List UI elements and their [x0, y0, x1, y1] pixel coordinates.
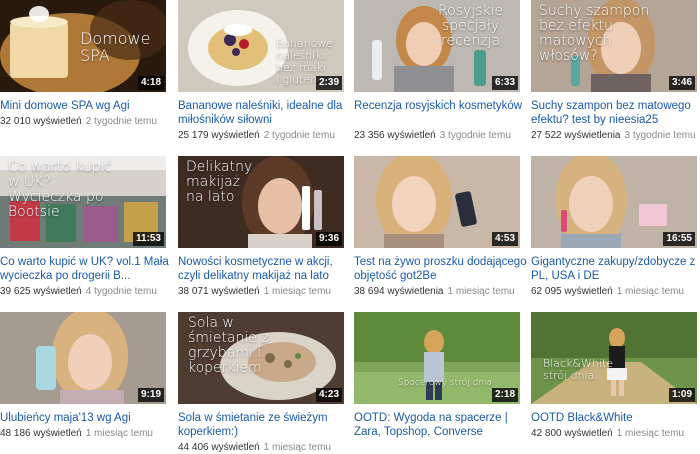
view-count: 32 010 wyświetleń — [0, 116, 82, 127]
thumbnail-caption: Delikatny makijaż na lato — [186, 159, 253, 205]
upload-time: 2 tygodnie temu — [263, 130, 335, 141]
video-meta: 44 406 wyświetleń 1 miesiąc temu — [178, 442, 358, 454]
video-title-link[interactable]: Bananowe naleśniki, idealne dla miłośnik… — [178, 99, 354, 127]
view-count: 38 694 wyświetlenia — [354, 286, 444, 297]
video-meta: 25 179 wyświetleń 2 tygodnie temu — [178, 130, 358, 142]
video-thumbnail[interactable]: 16:55 — [531, 156, 697, 248]
upload-time: 3 tygodnie temu — [439, 130, 511, 141]
video-duration: 9:36 — [315, 232, 342, 246]
video-thumbnail[interactable]: 4:53 — [354, 156, 520, 248]
video-title-link[interactable]: Recenzja rosyjskich kosmetyków — [354, 99, 530, 113]
video-thumbnail[interactable]: Bananowe naleśniki bez maki i glutenu 2:… — [178, 0, 344, 92]
video-duration: 1:09 — [668, 388, 695, 402]
view-count: 62 095 wyświetleń — [531, 286, 613, 297]
video-thumbnail[interactable]: Black&White strój dnia 1:09 — [531, 312, 697, 404]
video-meta: 38 694 wyświetlenia 1 miesiąc temu — [354, 286, 534, 298]
view-count: 27 522 wyświetlenia — [531, 130, 621, 141]
upload-time: 1 miesiąc temu — [447, 286, 515, 297]
video-duration: 4:18 — [137, 76, 164, 90]
video-duration: 2:18 — [491, 388, 518, 402]
video-thumbnail[interactable]: Rosyjskie specjały recenzja 6:33 — [354, 0, 520, 92]
video-meta: 32 010 wyświetleń 2 tygodnie temu — [0, 116, 180, 128]
video-grid: Domowe SPA 4:18 Mini domowe SPA wg Agi 3… — [0, 0, 700, 453]
view-count: 44 406 wyświetleń — [178, 442, 260, 453]
video-thumbnail[interactable]: 9:19 — [0, 312, 166, 404]
view-count: 23 356 wyświetleń — [354, 130, 436, 141]
view-count: 25 179 wyświetleń — [178, 130, 260, 141]
video-duration: 2:39 — [315, 76, 342, 90]
upload-time: 1 miesiąc temu — [263, 286, 331, 297]
video-title-link[interactable]: Ulubieńcy maja'13 wg Agi — [0, 411, 176, 425]
video-duration: 4:53 — [491, 232, 518, 246]
thumbnail-caption: Sola w śmietanie z grzybami i koperkiem — [188, 315, 269, 376]
upload-time: 1 miesiąc temu — [85, 428, 153, 439]
video-title-link[interactable]: Test na żywo proszku dodającego objętość… — [354, 255, 530, 283]
view-count: 38 071 wyświetleń — [178, 286, 260, 297]
video-duration: 11:53 — [132, 232, 164, 246]
upload-time: 1 miesiąc temu — [616, 286, 684, 297]
video-title-link[interactable]: Co warto kupić w UK? vol.1 Mała wycieczk… — [0, 255, 176, 283]
video-thumbnail[interactable]: Delikatny makijaż na lato 9:36 — [178, 156, 344, 248]
upload-time: 2 tygodnie temu — [85, 116, 157, 127]
video-duration: 3:46 — [668, 76, 695, 90]
video-title-link[interactable]: Suchy szampon bez matowego efektu? test … — [531, 99, 700, 127]
thumbnail-caption: Suchy szampon bez efektu matowych włosów… — [539, 3, 650, 64]
thumbnail-caption: Domowe SPA — [80, 29, 151, 65]
video-thumbnail[interactable]: Spacerowy strój dnia 2:18 — [354, 312, 520, 404]
video-duration: 4:23 — [315, 388, 342, 402]
video-title-link[interactable]: Nowości kosmetyczne w akcji, czyli delik… — [178, 255, 354, 283]
thumbnail-caption: Spacerowy strój dnia — [398, 378, 493, 388]
video-title-link[interactable]: Gigantyczne zakupy/zdobycze z PL, USA i … — [531, 255, 700, 283]
video-meta: 39 625 wyświetleń 4 tygodnie temu — [0, 286, 180, 298]
upload-time: 4 tygodnie temu — [85, 286, 157, 297]
thumbnail-caption: Co warto kupić w UK? Wycieczka po Bootsi… — [8, 159, 113, 220]
upload-time: 3 tygodnie temu — [624, 130, 696, 141]
video-meta: 27 522 wyświetlenia 3 tygodnie temu — [531, 130, 700, 142]
video-duration: 6:33 — [491, 76, 518, 90]
video-meta: 42 800 wyświetleń 1 miesiąc temu — [531, 428, 700, 440]
video-meta: 23 356 wyświetleń 3 tygodnie temu — [354, 130, 534, 142]
video-thumbnail[interactable]: Domowe SPA 4:18 — [0, 0, 166, 92]
video-meta: 38 071 wyświetleń 1 miesiąc temu — [178, 286, 358, 298]
view-count: 48 186 wyświetleń — [0, 428, 82, 439]
video-thumbnail[interactable]: Sola w śmietanie z grzybami i koperkiem … — [178, 312, 344, 404]
video-title-link[interactable]: Mini domowe SPA wg Agi — [0, 99, 176, 113]
video-thumbnail[interactable]: Suchy szampon bez efektu matowych włosów… — [531, 0, 697, 92]
video-thumbnail[interactable]: Co warto kupić w UK? Wycieczka po Bootsi… — [0, 156, 166, 248]
video-duration: 16:55 — [663, 232, 695, 246]
video-meta: 48 186 wyświetleń 1 miesiąc temu — [0, 428, 180, 440]
upload-time: 1 miesiąc temu — [263, 442, 331, 453]
video-title-link[interactable]: OOTD Black&White — [531, 411, 700, 425]
thumbnail-caption: Rosyjskie specjały recenzja — [438, 3, 504, 49]
video-duration: 9:19 — [137, 388, 164, 402]
thumbnail-caption: Black&White strój dnia — [543, 357, 613, 382]
view-count: 42 800 wyświetleń — [531, 428, 613, 439]
video-title-link[interactable]: OOTD: Wygoda na spacerze | Zara, Topshop… — [354, 411, 530, 439]
view-count: 39 625 wyświetleń — [0, 286, 82, 297]
video-meta: 62 095 wyświetleń 1 miesiąc temu — [531, 286, 700, 298]
video-title-link[interactable]: Sola w śmietanie ze świeżym koperkiem:) — [178, 411, 354, 439]
upload-time: 1 miesiąc temu — [616, 428, 684, 439]
